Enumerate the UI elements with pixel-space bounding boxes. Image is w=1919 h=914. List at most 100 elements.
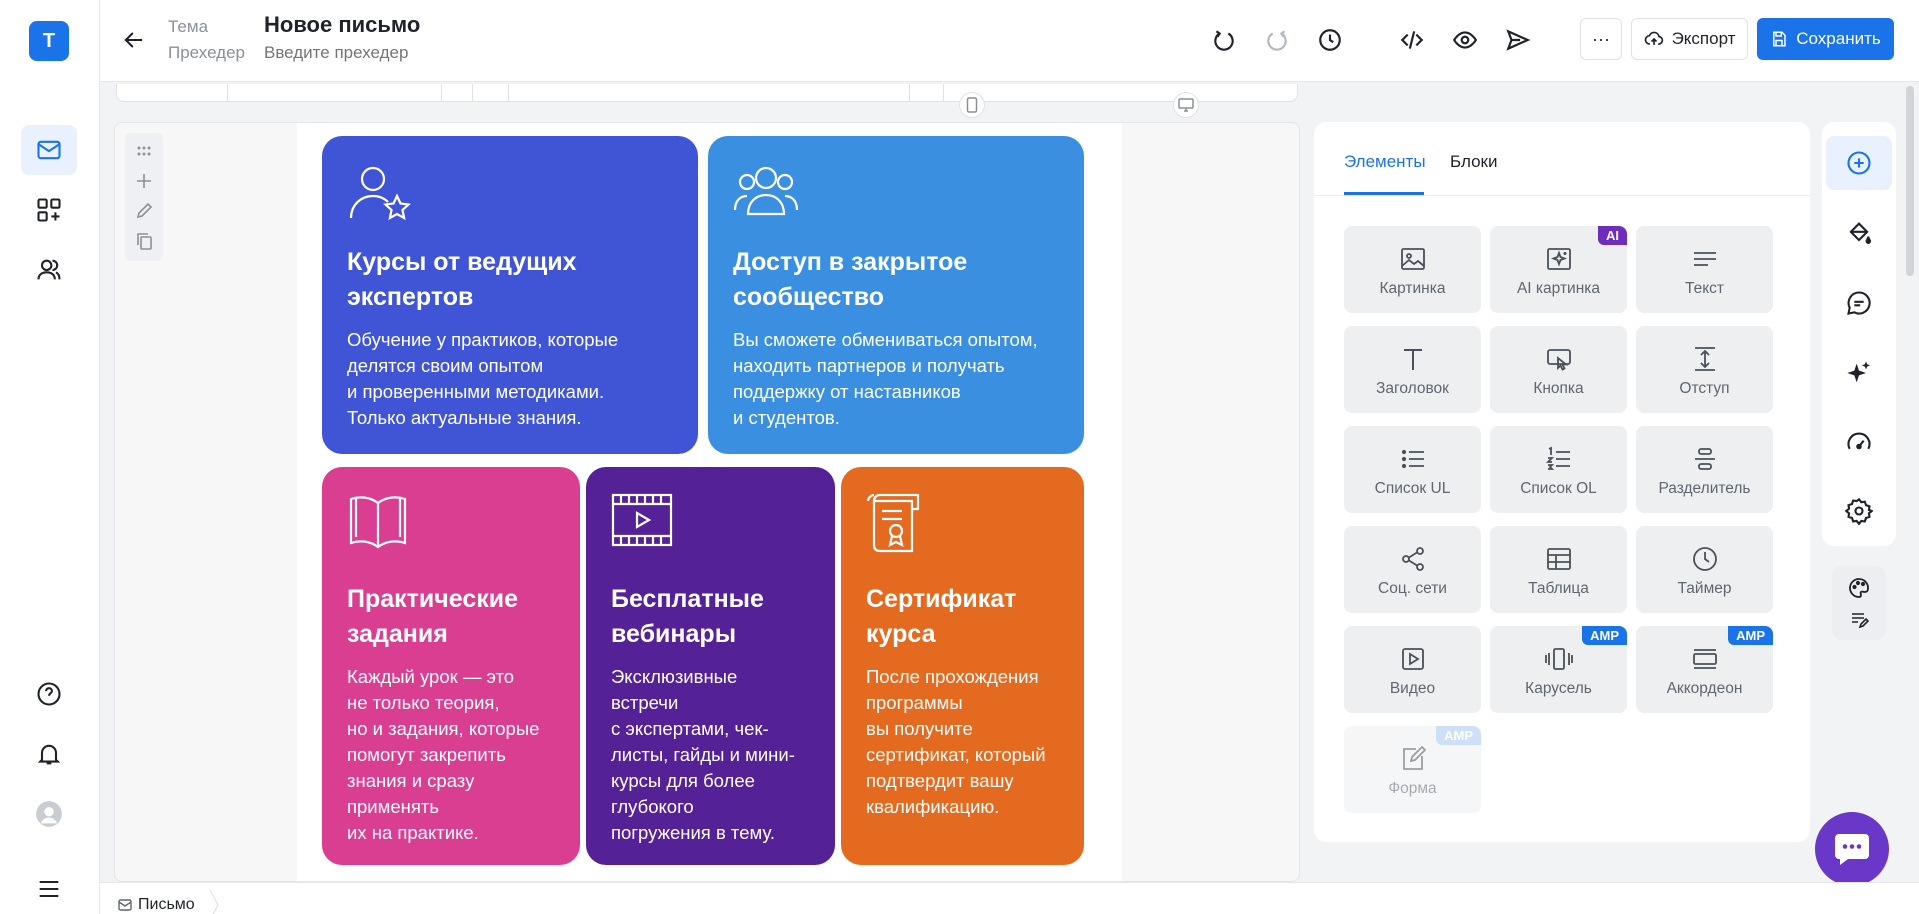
page-scrollbar[interactable] <box>1906 86 1914 276</box>
elements-panel: Элементы Блоки Картинка AI AI картинка Т… <box>1314 122 1810 842</box>
email-title[interactable]: Новое письмо <box>264 12 420 38</box>
eye-icon <box>1452 31 1478 49</box>
contacts-nav-button[interactable] <box>21 245 77 295</box>
card-title: Практические задания <box>347 585 519 648</box>
tab-blocks[interactable]: Блоки <box>1450 152 1497 172</box>
style-button[interactable] <box>1826 206 1892 260</box>
desktop-view-button[interactable] <box>1173 92 1199 118</box>
email-body: Курсы от ведущих экспертов Обучение у пр… <box>297 123 1122 881</box>
edit-block-icon[interactable] <box>134 201 154 221</box>
send-test-button[interactable] <box>1502 24 1534 56</box>
tile-label: AI картинка <box>1516 280 1601 297</box>
preview-button[interactable] <box>1449 24 1481 56</box>
accordion-icon <box>1692 649 1717 669</box>
text-edit-icon[interactable] <box>1849 610 1869 630</box>
redo-button[interactable] <box>1261 24 1293 56</box>
tile-label: Видео <box>1389 680 1436 697</box>
amp-badge: AMP <box>1728 626 1773 645</box>
notifications-button[interactable] <box>21 729 77 779</box>
add-block-icon[interactable] <box>134 171 154 191</box>
editor-canvas: Курсы от ведущих экспертов Обучение у пр… <box>114 122 1300 882</box>
tile-text[interactable]: Текст <box>1636 226 1773 313</box>
avatar-button[interactable] <box>21 789 77 839</box>
tile-image[interactable]: Картинка <box>1344 226 1481 313</box>
comments-button[interactable] <box>1826 276 1892 330</box>
export-button[interactable]: Экспорт <box>1631 18 1748 60</box>
bottom-bar: Письмо <box>100 882 1919 914</box>
previous-block-strip <box>116 84 1298 102</box>
duplicate-block-icon[interactable] <box>134 231 154 251</box>
card-text: Эксклюзивные встречи с экспертами, чек- … <box>611 666 795 843</box>
clock-icon <box>1692 547 1717 571</box>
tile-label: Аккордеон <box>1666 680 1743 697</box>
tile-label: Таблица <box>1528 580 1589 597</box>
app-logo[interactable]: Т <box>29 21 69 61</box>
chat-icon <box>1835 834 1869 865</box>
tile-video[interactable]: Видео <box>1344 626 1481 713</box>
settings-button[interactable] <box>1826 484 1892 538</box>
code-view-button[interactable] <box>1396 24 1428 56</box>
table-icon <box>1546 548 1571 570</box>
tile-carousel[interactable]: AMP Карусель <box>1490 626 1627 713</box>
tile-heading[interactable]: Заголовок <box>1344 326 1481 413</box>
tile-label: Список OL <box>1520 480 1597 497</box>
send-icon <box>1506 29 1531 51</box>
export-label: Экспорт <box>1671 29 1736 48</box>
tile-list-ul[interactable]: Список UL <box>1344 426 1481 513</box>
mobile-view-button[interactable] <box>959 92 985 118</box>
cloud-upload-icon <box>1644 31 1663 45</box>
tile-list-ol[interactable]: Список OL <box>1490 426 1627 513</box>
right-toolbar <box>1822 122 1896 546</box>
back-arrow-icon[interactable] <box>120 26 148 54</box>
speed-check-button[interactable] <box>1826 416 1892 470</box>
mail-nav-button[interactable] <box>21 125 77 175</box>
card-text: Обучение у практиков, которые делятся св… <box>347 329 619 428</box>
phone-icon <box>966 97 978 113</box>
share-icon <box>1401 547 1424 571</box>
feature-card-courses[interactable]: Курсы от ведущих экспертов Обучение у пр… <box>322 136 698 454</box>
carousel-icon <box>1544 648 1573 670</box>
tile-label: Заголовок <box>1376 380 1449 397</box>
tile-form[interactable]: AMP Форма <box>1344 726 1481 813</box>
help-button[interactable] <box>21 669 77 719</box>
history-button[interactable] <box>1314 24 1346 56</box>
breadcrumb[interactable]: Письмо <box>118 890 219 914</box>
list-ul-icon <box>1401 449 1424 469</box>
feature-card-community[interactable]: Доступ в закрытое сообщество Вы сможете … <box>708 136 1084 454</box>
save-button[interactable]: Сохранить <box>1757 18 1894 60</box>
tile-label: Отступ <box>1679 380 1730 397</box>
tile-ai-image[interactable]: AI AI картинка <box>1490 226 1627 313</box>
tab-elements[interactable]: Элементы <box>1344 152 1426 172</box>
tile-divider[interactable]: Разделитель <box>1636 426 1773 513</box>
feature-card-certificate[interactable]: Сертификат курса После прохождения прогр… <box>841 467 1084 865</box>
tile-spacer[interactable]: Отступ <box>1636 326 1773 413</box>
menu-button[interactable] <box>21 864 77 914</box>
heading-icon <box>1403 349 1422 370</box>
tile-label: Соц. сети <box>1378 580 1447 597</box>
feature-card-practice[interactable]: Практические задания Каждый урок — это н… <box>322 467 580 865</box>
templates-nav-button[interactable] <box>21 185 77 235</box>
card-text: После прохождения программы вы получите … <box>866 666 1046 817</box>
feature-card-webinars[interactable]: Бесплатные вебинары Эксклюзивные встречи… <box>586 467 835 865</box>
preheader-input[interactable] <box>264 43 564 63</box>
breadcrumb-label: Письмо <box>138 896 195 913</box>
support-chat-button[interactable] <box>1815 812 1889 886</box>
ai-button[interactable] <box>1826 346 1892 400</box>
code-icon <box>1400 31 1424 49</box>
tile-label: Список UL <box>1374 480 1451 497</box>
tile-accordion[interactable]: AMP Аккордеон <box>1636 626 1773 713</box>
tile-label: Разделитель <box>1658 480 1751 497</box>
add-element-button[interactable] <box>1826 136 1892 190</box>
button-icon <box>1546 349 1571 371</box>
more-button[interactable]: ··· <box>1580 18 1622 60</box>
undo-button[interactable] <box>1208 24 1240 56</box>
help-icon <box>37 682 61 706</box>
mail-icon <box>37 140 61 160</box>
active-tab-indicator <box>1344 192 1424 195</box>
tile-table[interactable]: Таблица <box>1490 526 1627 613</box>
tile-button[interactable]: Кнопка <box>1490 326 1627 413</box>
palette-icon[interactable] <box>1847 576 1871 600</box>
tile-timer[interactable]: Таймер <box>1636 526 1773 613</box>
drag-handle-icon[interactable] <box>134 141 154 161</box>
tile-social[interactable]: Соц. сети <box>1344 526 1481 613</box>
